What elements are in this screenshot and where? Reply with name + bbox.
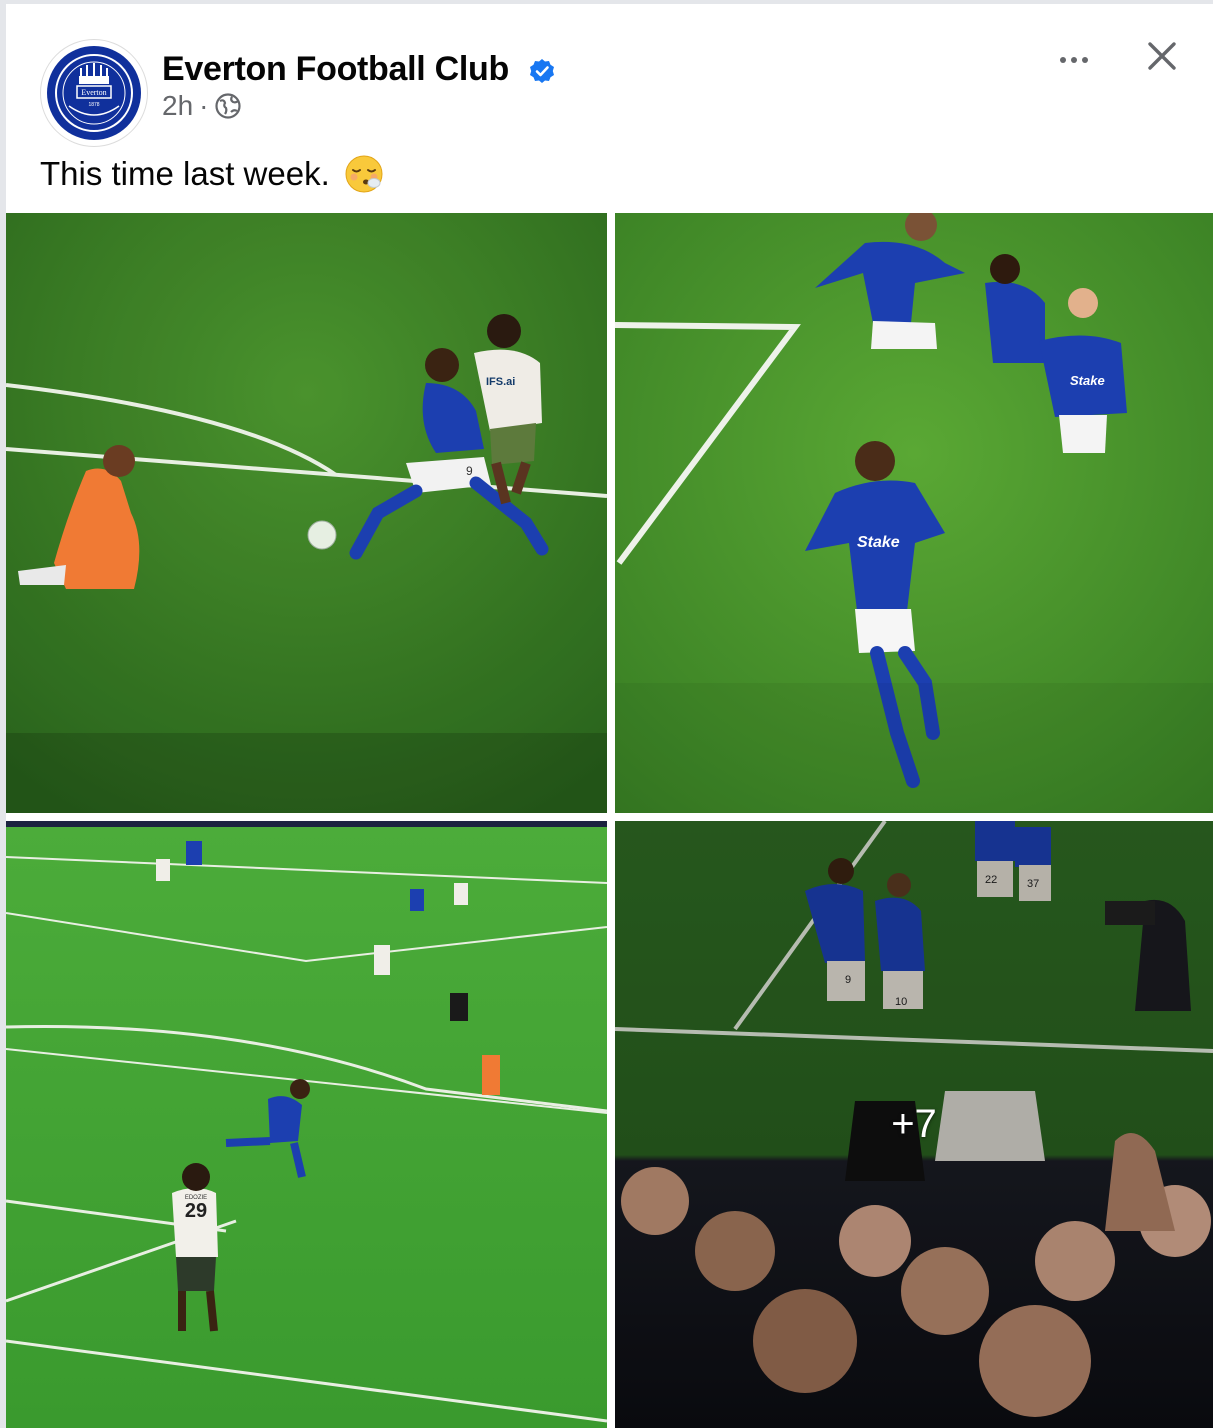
photo-3[interactable]: 29 EDOZIE <box>6 821 607 1428</box>
page-name-link[interactable]: Everton Football Club <box>162 50 509 89</box>
photo-1[interactable]: IFS.ai 9 <box>6 213 607 813</box>
photo-2-image: Stake Stake <box>615 213 1213 813</box>
everton-crest-logo: Everton 1878 <box>47 46 141 140</box>
post-timestamp[interactable]: 2h <box>162 90 193 122</box>
post-message: This time last week. <box>40 154 384 194</box>
face-exhaling-emoji <box>345 155 383 193</box>
globe-icon[interactable] <box>214 92 242 120</box>
close-icon[interactable] <box>1142 36 1182 76</box>
crest-year: 1878 <box>88 102 99 108</box>
post-text: This time last week. <box>40 155 330 192</box>
page-avatar[interactable]: Everton 1878 <box>40 39 148 147</box>
post-card: Everton 1878 Everton Football Club 2h · … <box>6 4 1213 1428</box>
photo-4-more[interactable]: 9 10 22 37 +7 <box>615 821 1213 1428</box>
p1-sponsor-text: IFS.ai <box>486 376 515 388</box>
photo-2[interactable]: Stake Stake <box>615 213 1213 813</box>
p2-sponsor-main: Stake <box>857 534 900 551</box>
photo-1-image: IFS.ai 9 <box>6 213 607 813</box>
post-meta: 2h · <box>162 90 242 122</box>
crest-text: Everton <box>81 88 106 97</box>
p3-shirt-number: 29 <box>185 1200 207 1222</box>
more-dot <box>1071 57 1077 63</box>
meta-separator: · <box>199 90 209 121</box>
p1-number-text: 9 <box>466 464 473 478</box>
verified-badge-icon <box>530 59 554 83</box>
photo-3-image: 29 EDOZIE <box>6 821 607 1428</box>
p2-sponsor-small: Stake <box>1070 373 1105 388</box>
p3-shirt-name: EDOZIE <box>185 1195 207 1201</box>
more-options-button[interactable] <box>1048 40 1100 80</box>
more-dot <box>1060 57 1066 63</box>
more-dot <box>1082 57 1088 63</box>
more-photos-count[interactable]: +7 <box>615 821 1213 1428</box>
